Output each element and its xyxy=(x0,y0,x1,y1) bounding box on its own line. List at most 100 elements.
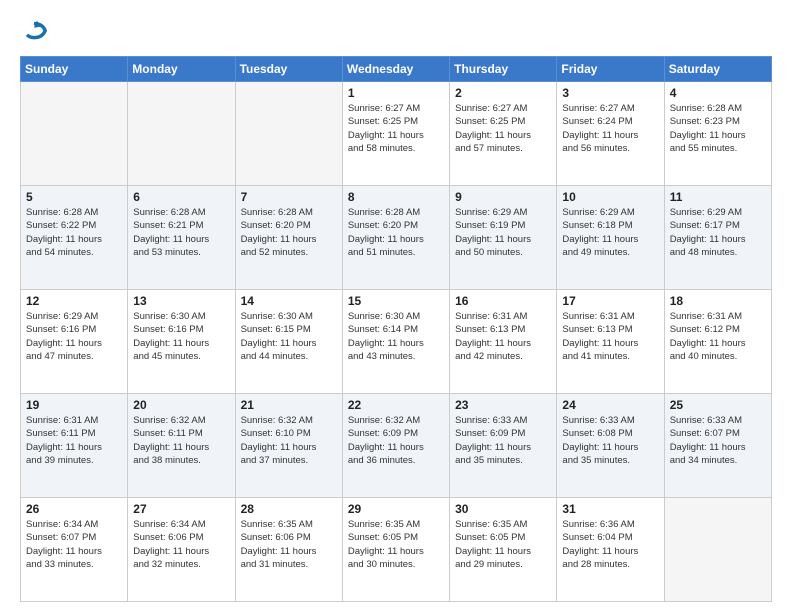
day-number: 5 xyxy=(26,190,122,204)
day-number: 17 xyxy=(562,294,658,308)
day-number: 13 xyxy=(133,294,229,308)
day-number: 9 xyxy=(455,190,551,204)
calendar-cell: 3 Sunrise: 6:27 AM Sunset: 6:24 PM Daylig… xyxy=(557,82,664,186)
calendar-cell: 17 Sunrise: 6:31 AM Sunset: 6:13 PM Dayli… xyxy=(557,290,664,394)
logo-icon xyxy=(20,18,48,46)
calendar-cell: 21 Sunrise: 6:32 AM Sunset: 6:10 PM Dayli… xyxy=(235,394,342,498)
day-info: Sunrise: 6:28 AM Sunset: 6:23 PM Dayligh… xyxy=(670,102,766,155)
day-info: Sunrise: 6:27 AM Sunset: 6:25 PM Dayligh… xyxy=(348,102,444,155)
day-info: Sunrise: 6:31 AM Sunset: 6:11 PM Dayligh… xyxy=(26,414,122,467)
calendar-cell: 1 Sunrise: 6:27 AM Sunset: 6:25 PM Daylig… xyxy=(342,82,449,186)
day-number: 18 xyxy=(670,294,766,308)
weekday-header-wednesday: Wednesday xyxy=(342,57,449,82)
day-number: 11 xyxy=(670,190,766,204)
day-info: Sunrise: 6:32 AM Sunset: 6:10 PM Dayligh… xyxy=(241,414,337,467)
day-number: 14 xyxy=(241,294,337,308)
calendar-cell: 27 Sunrise: 6:34 AM Sunset: 6:06 PM Dayli… xyxy=(128,498,235,602)
calendar-cell: 15Sunrise: 6:30 AM Sunset: 6:14 PM Dayli… xyxy=(342,290,449,394)
calendar-cell: 16 Sunrise: 6:31 AM Sunset: 6:13 PM Dayli… xyxy=(450,290,557,394)
day-number: 12 xyxy=(26,294,122,308)
day-info: Sunrise: 6:29 AM Sunset: 6:17 PM Dayligh… xyxy=(670,206,766,259)
day-info: Sunrise: 6:35 AM Sunset: 6:05 PM Dayligh… xyxy=(348,518,444,571)
day-info: Sunrise: 6:31 AM Sunset: 6:13 PM Dayligh… xyxy=(562,310,658,363)
day-info: Sunrise: 6:35 AM Sunset: 6:05 PM Dayligh… xyxy=(455,518,551,571)
calendar-cell: 11 Sunrise: 6:29 AM Sunset: 6:17 PM Dayli… xyxy=(664,186,771,290)
day-info: Sunrise: 6:28 AM Sunset: 6:20 PM Dayligh… xyxy=(241,206,337,259)
calendar-cell: 18 Sunrise: 6:31 AM Sunset: 6:12 PM Dayli… xyxy=(664,290,771,394)
day-number: 25 xyxy=(670,398,766,412)
day-info: Sunrise: 6:32 AM Sunset: 6:09 PM Dayligh… xyxy=(348,414,444,467)
day-info: Sunrise: 6:33 AM Sunset: 6:08 PM Dayligh… xyxy=(562,414,658,467)
weekday-header-friday: Friday xyxy=(557,57,664,82)
day-info: Sunrise: 6:33 AM Sunset: 6:09 PM Dayligh… xyxy=(455,414,551,467)
day-number: 1 xyxy=(348,86,444,100)
day-number: 31 xyxy=(562,502,658,516)
calendar-cell: 20 Sunrise: 6:32 AM Sunset: 6:11 PM Dayli… xyxy=(128,394,235,498)
calendar-cell: 12 Sunrise: 6:29 AM Sunset: 6:16 PM Dayli… xyxy=(21,290,128,394)
day-number: 16 xyxy=(455,294,551,308)
day-info: Sunrise: 6:30 AM Sunset: 6:15 PM Dayligh… xyxy=(241,310,337,363)
day-info: Sunrise: 6:28 AM Sunset: 6:20 PM Dayligh… xyxy=(348,206,444,259)
day-number: 27 xyxy=(133,502,229,516)
calendar-cell: 10 Sunrise: 6:29 AM Sunset: 6:18 PM Dayli… xyxy=(557,186,664,290)
day-number: 30 xyxy=(455,502,551,516)
day-number: 29 xyxy=(348,502,444,516)
calendar-cell: 25Sunrise: 6:33 AM Sunset: 6:07 PM Dayli… xyxy=(664,394,771,498)
day-number: 26 xyxy=(26,502,122,516)
calendar-cell: 5 Sunrise: 6:28 AM Sunset: 6:22 PM Daylig… xyxy=(21,186,128,290)
day-info: Sunrise: 6:28 AM Sunset: 6:22 PM Dayligh… xyxy=(26,206,122,259)
weekday-header-monday: Monday xyxy=(128,57,235,82)
calendar-cell: 4 Sunrise: 6:28 AM Sunset: 6:23 PM Daylig… xyxy=(664,82,771,186)
day-number: 10 xyxy=(562,190,658,204)
day-info: Sunrise: 6:31 AM Sunset: 6:13 PM Dayligh… xyxy=(455,310,551,363)
day-info: Sunrise: 6:35 AM Sunset: 6:06 PM Dayligh… xyxy=(241,518,337,571)
day-info: Sunrise: 6:31 AM Sunset: 6:12 PM Dayligh… xyxy=(670,310,766,363)
day-info: Sunrise: 6:36 AM Sunset: 6:04 PM Dayligh… xyxy=(562,518,658,571)
day-info: Sunrise: 6:28 AM Sunset: 6:21 PM Dayligh… xyxy=(133,206,229,259)
day-info: Sunrise: 6:34 AM Sunset: 6:06 PM Dayligh… xyxy=(133,518,229,571)
calendar-cell: 26 Sunrise: 6:34 AM Sunset: 6:07 PM Dayli… xyxy=(21,498,128,602)
day-number: 15 xyxy=(348,294,444,308)
day-info: Sunrise: 6:29 AM Sunset: 6:18 PM Dayligh… xyxy=(562,206,658,259)
calendar-cell: 28 Sunrise: 6:35 AM Sunset: 6:06 PM Dayli… xyxy=(235,498,342,602)
calendar-cell xyxy=(235,82,342,186)
day-info: Sunrise: 6:29 AM Sunset: 6:19 PM Dayligh… xyxy=(455,206,551,259)
calendar-cell: 14 Sunrise: 6:30 AM Sunset: 6:15 PM Dayli… xyxy=(235,290,342,394)
day-number: 4 xyxy=(670,86,766,100)
day-info: Sunrise: 6:30 AM Sunset: 6:16 PM Dayligh… xyxy=(133,310,229,363)
calendar: SundayMondayTuesdayWednesdayThursdayFrid… xyxy=(20,56,772,602)
day-number: 20 xyxy=(133,398,229,412)
day-number: 6 xyxy=(133,190,229,204)
calendar-cell: 7 Sunrise: 6:28 AM Sunset: 6:20 PM Daylig… xyxy=(235,186,342,290)
calendar-cell: 23 Sunrise: 6:33 AM Sunset: 6:09 PM Dayli… xyxy=(450,394,557,498)
calendar-cell: 19Sunrise: 6:31 AM Sunset: 6:11 PM Dayli… xyxy=(21,394,128,498)
header xyxy=(20,18,772,46)
day-number: 28 xyxy=(241,502,337,516)
calendar-cell: 13 Sunrise: 6:30 AM Sunset: 6:16 PM Dayli… xyxy=(128,290,235,394)
calendar-cell: 24 Sunrise: 6:33 AM Sunset: 6:08 PM Dayli… xyxy=(557,394,664,498)
day-number: 23 xyxy=(455,398,551,412)
day-number: 2 xyxy=(455,86,551,100)
day-info: Sunrise: 6:32 AM Sunset: 6:11 PM Dayligh… xyxy=(133,414,229,467)
calendar-cell xyxy=(21,82,128,186)
day-number: 7 xyxy=(241,190,337,204)
logo xyxy=(20,18,52,46)
calendar-cell: 31 Sunrise: 6:36 AM Sunset: 6:04 PM Dayli… xyxy=(557,498,664,602)
day-info: Sunrise: 6:29 AM Sunset: 6:16 PM Dayligh… xyxy=(26,310,122,363)
calendar-cell: 30 Sunrise: 6:35 AM Sunset: 6:05 PM Dayli… xyxy=(450,498,557,602)
day-number: 3 xyxy=(562,86,658,100)
day-number: 22 xyxy=(348,398,444,412)
weekday-header-tuesday: Tuesday xyxy=(235,57,342,82)
day-number: 21 xyxy=(241,398,337,412)
calendar-cell: 9 Sunrise: 6:29 AM Sunset: 6:19 PM Daylig… xyxy=(450,186,557,290)
day-number: 24 xyxy=(562,398,658,412)
page: SundayMondayTuesdayWednesdayThursdayFrid… xyxy=(0,0,792,612)
day-info: Sunrise: 6:27 AM Sunset: 6:25 PM Dayligh… xyxy=(455,102,551,155)
weekday-header-thursday: Thursday xyxy=(450,57,557,82)
day-number: 8 xyxy=(348,190,444,204)
day-info: Sunrise: 6:34 AM Sunset: 6:07 PM Dayligh… xyxy=(26,518,122,571)
day-info: Sunrise: 6:27 AM Sunset: 6:24 PM Dayligh… xyxy=(562,102,658,155)
calendar-cell: 2 Sunrise: 6:27 AM Sunset: 6:25 PM Daylig… xyxy=(450,82,557,186)
calendar-cell: 22 Sunrise: 6:32 AM Sunset: 6:09 PM Dayli… xyxy=(342,394,449,498)
weekday-header-saturday: Saturday xyxy=(664,57,771,82)
